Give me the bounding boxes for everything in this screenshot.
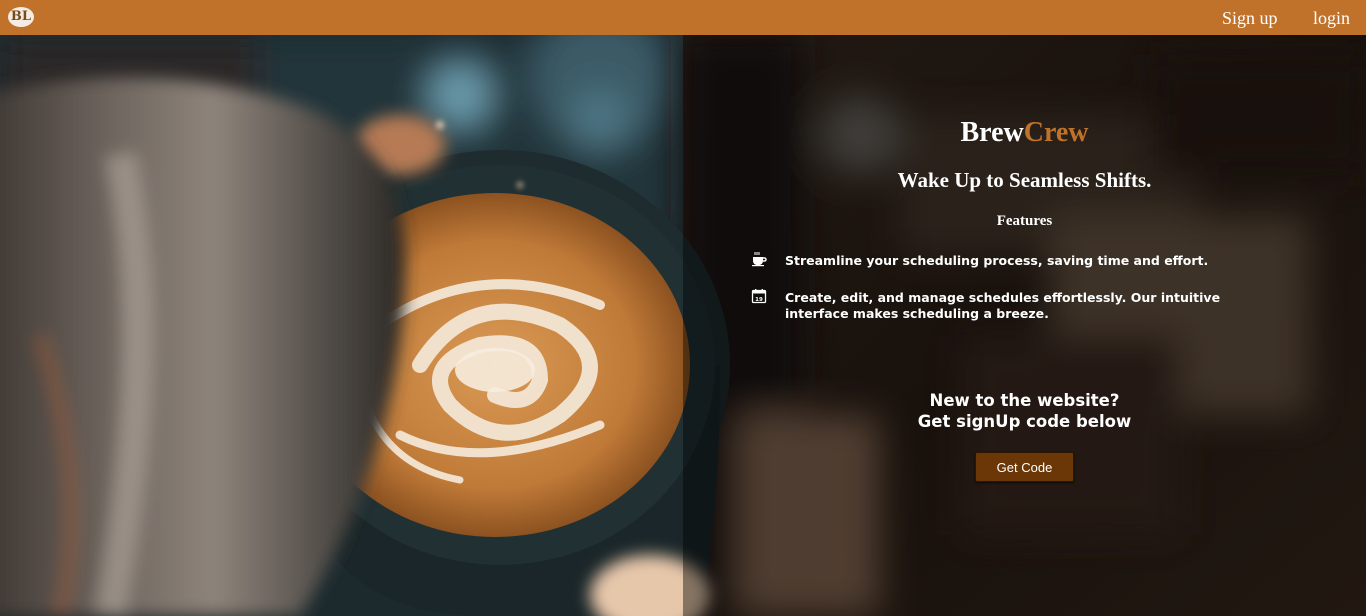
tagline: Wake Up to Seamless Shifts. xyxy=(897,168,1152,192)
brand-part-crew: Crew xyxy=(1023,117,1089,148)
feature-text: Create, edit, and manage schedules effor… xyxy=(785,290,1221,321)
get-code-button[interactable]: Get Code xyxy=(975,452,1074,482)
login-link[interactable]: login xyxy=(1313,8,1350,29)
brand-part-brew: Brew xyxy=(960,117,1024,148)
signup-prompt: New to the website? Get signUp code belo… xyxy=(683,390,1366,432)
calendar-icon: 19 xyxy=(751,289,767,304)
top-navbar: BL Sign up login xyxy=(0,0,1366,35)
logo[interactable]: BL xyxy=(8,7,34,27)
signup-link[interactable]: Sign up xyxy=(1222,8,1278,29)
signup-prompt-line1: New to the website? xyxy=(929,391,1120,410)
coffee-cup-icon xyxy=(752,252,767,267)
features-heading: Features xyxy=(996,213,1053,229)
brand-title: BrewCrew xyxy=(683,117,1366,149)
signup-prompt-line2: Get signUp code below xyxy=(917,412,1132,431)
feature-text: Streamline your scheduling process, savi… xyxy=(785,253,1209,268)
calendar-day: 19 xyxy=(755,297,763,303)
info-panel: BrewCrew Wake Up to Seamless Shifts. Fea… xyxy=(683,35,1366,616)
hero-section: BrewCrew Wake Up to Seamless Shifts. Fea… xyxy=(0,35,1366,616)
